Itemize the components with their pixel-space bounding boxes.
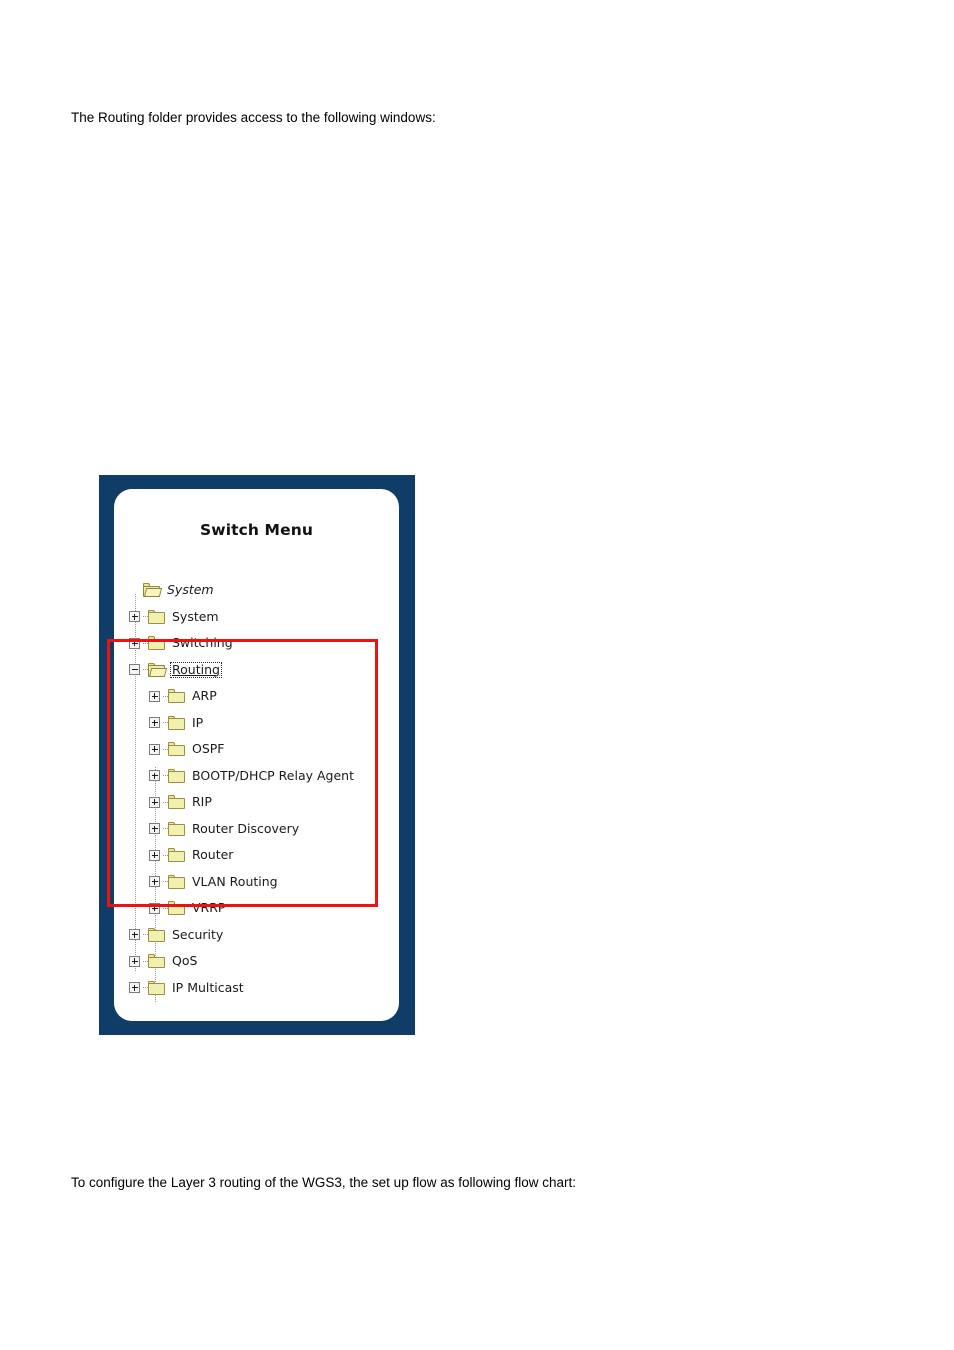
expand-plus-icon[interactable] <box>149 690 160 702</box>
tree-item-ospf[interactable]: OSPF <box>120 736 399 763</box>
tree-item-system[interactable]: System <box>120 577 399 604</box>
tree-item-label: VLAN Routing <box>192 873 278 889</box>
collapse-minus-icon[interactable] <box>129 664 140 676</box>
folder-icon <box>168 901 185 916</box>
folder-icon <box>148 980 165 995</box>
expand-plus-icon[interactable] <box>149 876 160 888</box>
folder-icon <box>168 821 185 836</box>
folder-icon <box>148 636 165 651</box>
folder-icon <box>148 927 165 942</box>
tree-item-label: System <box>172 608 219 624</box>
tree-item-bootp-dhcp-relay-agent[interactable]: BOOTP/DHCP Relay Agent <box>120 763 399 790</box>
tree-item-label: IP Multicast <box>172 979 244 995</box>
folder-icon <box>148 954 165 969</box>
folder-icon <box>168 742 185 757</box>
open-folder-icon <box>143 583 163 598</box>
switch-menu-tree: System System Switching Routing ARP IP OSPF BOO… <box>120 577 399 1002</box>
switch-menu-figure: Switch Menu System System Switching Routing… <box>99 475 415 1035</box>
expand-plus-icon[interactable] <box>149 823 160 835</box>
tree-item-qos[interactable]: QoS <box>120 948 399 975</box>
expand-plus-icon[interactable] <box>129 982 140 994</box>
tree-item-label: RIP <box>192 794 212 809</box>
tree-item-label: BOOTP/DHCP Relay Agent <box>192 767 354 783</box>
tree-item-ip[interactable]: IP <box>120 710 399 737</box>
expand-plus-icon[interactable] <box>149 796 160 808</box>
tree-item-security[interactable]: Security <box>120 922 399 949</box>
tree-item-label: Security <box>172 926 224 942</box>
intro-paragraph: The Routing folder provides access to th… <box>71 109 436 125</box>
tree-item-label: ARP <box>192 688 217 703</box>
expand-plus-icon[interactable] <box>149 770 160 782</box>
folder-icon <box>168 874 185 889</box>
tree-item-system[interactable]: System <box>120 604 399 631</box>
folder-icon <box>168 689 185 704</box>
folder-icon <box>148 609 165 624</box>
tree-item-router-discovery[interactable]: Router Discovery <box>120 816 399 843</box>
tree-item-label: Switching <box>172 635 233 650</box>
tree-item-label: Router <box>192 847 234 862</box>
tree-item-switching[interactable]: Switching <box>120 630 399 657</box>
expand-plus-icon[interactable] <box>149 849 160 861</box>
tree-item-ip-multicast[interactable]: IP Multicast <box>120 975 399 1002</box>
tree-item-rip[interactable]: RIP <box>120 789 399 816</box>
open-folder-icon <box>148 662 168 677</box>
expand-plus-icon[interactable] <box>129 929 140 941</box>
expand-plus-icon[interactable] <box>149 902 160 914</box>
tree-item-label: Routing <box>170 661 222 678</box>
folder-icon <box>168 848 185 863</box>
folder-icon <box>168 715 185 730</box>
expand-plus-icon[interactable] <box>129 611 140 623</box>
tree-item-routing[interactable]: Routing <box>120 657 399 684</box>
tree-item-label: OSPF <box>192 741 225 756</box>
tree-item-label: QoS <box>172 953 198 968</box>
tree-item-label: Router Discovery <box>192 820 300 836</box>
tree-item-router[interactable]: Router <box>120 842 399 869</box>
folder-icon <box>168 795 185 810</box>
tree-item-label: System <box>167 582 214 597</box>
tree-item-vrrp[interactable]: VRRP <box>120 895 399 922</box>
expand-plus-icon[interactable] <box>129 955 140 967</box>
outro-paragraph: To configure the Layer 3 routing of the … <box>71 1174 577 1190</box>
tree-item-label: VRRP <box>192 900 226 915</box>
expand-plus-icon[interactable] <box>129 637 140 649</box>
folder-icon <box>168 768 185 783</box>
tree-item-arp[interactable]: ARP <box>120 683 399 710</box>
switch-menu-panel: Switch Menu System System Switching Routing… <box>114 489 399 1021</box>
expand-plus-icon[interactable] <box>149 743 160 755</box>
tree-item-label: IP <box>192 714 204 730</box>
tree-item-vlan-routing[interactable]: VLAN Routing <box>120 869 399 896</box>
panel-title: Switch Menu <box>200 521 313 539</box>
expand-plus-icon[interactable] <box>149 717 160 729</box>
